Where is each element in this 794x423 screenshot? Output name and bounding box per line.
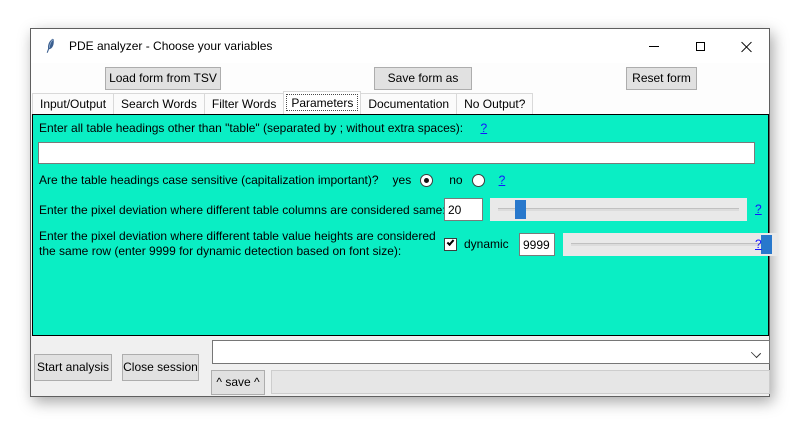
parameters-panel: Enter all table headings other than "tab…: [32, 114, 769, 336]
row-deviation-label-line1: Enter the pixel deviation where differen…: [39, 229, 436, 243]
minimize-icon: [649, 46, 659, 47]
tab-parameters[interactable]: Parameters: [283, 91, 361, 114]
yes-label: yes: [393, 173, 412, 187]
maximize-button[interactable]: [677, 29, 723, 63]
row-help-link[interactable]: ?: [755, 237, 762, 251]
reset-form-button[interactable]: Reset form: [626, 67, 697, 90]
column-help-link[interactable]: ?: [755, 202, 762, 216]
chevron-down-icon[interactable]: [751, 348, 761, 358]
checkmark-icon: [447, 238, 455, 246]
tab-filter-words[interactable]: Filter Words: [204, 93, 284, 114]
dynamic-checkbox[interactable]: [444, 238, 457, 251]
tab-input-output[interactable]: Input/Output: [32, 93, 114, 114]
case-sensitive-label: Are the table headings case sensitive (c…: [39, 173, 379, 187]
tab-documentation[interactable]: Documentation: [360, 93, 457, 114]
minimize-button[interactable]: [631, 29, 677, 63]
app-window: PDE analyzer - Choose your variables Loa…: [30, 28, 770, 397]
slider-thumb[interactable]: [761, 235, 772, 254]
save-form-button[interactable]: Save form as TSV: [374, 67, 472, 90]
headings-help-link[interactable]: ?: [480, 121, 487, 135]
tab-search-words[interactable]: Search Words: [113, 93, 205, 114]
case-help-link[interactable]: ?: [499, 173, 506, 187]
row-deviation-label-line2: the same row (enter 9999 for dynamic det…: [39, 244, 401, 258]
close-icon: [741, 41, 752, 52]
dynamic-checkbox-label: dynamic: [464, 237, 509, 251]
maximize-icon: [696, 42, 705, 51]
case-sensitive-row: Are the table headings case sensitive (c…: [39, 172, 505, 188]
radio-yes[interactable]: [420, 174, 433, 187]
load-form-button[interactable]: Load form from TSV: [105, 67, 221, 90]
close-button[interactable]: [723, 29, 769, 63]
row-deviation-slider[interactable]: [563, 233, 778, 256]
session-combobox[interactable]: [212, 340, 770, 364]
column-deviation-slider[interactable]: [490, 198, 747, 221]
radio-no[interactable]: [472, 174, 485, 187]
slider-track: [571, 243, 770, 246]
close-session-button[interactable]: Close session: [122, 354, 199, 381]
title-bar: PDE analyzer - Choose your variables: [31, 29, 769, 63]
column-deviation-label: Enter the pixel deviation where differen…: [39, 203, 446, 217]
start-analysis-button[interactable]: Start analysis: [34, 354, 112, 381]
save-name-field[interactable]: [271, 370, 770, 394]
no-label: no: [449, 173, 462, 187]
window-title: PDE analyzer - Choose your variables: [69, 39, 272, 53]
python-feather-icon: [43, 38, 59, 54]
slider-thumb[interactable]: [515, 200, 526, 219]
headings-label: Enter all table headings other than "tab…: [39, 121, 487, 135]
headings-input[interactable]: [38, 142, 755, 164]
slider-track: [498, 208, 739, 211]
window-controls: [631, 29, 769, 63]
column-deviation-input[interactable]: [444, 198, 483, 221]
tab-bar: Input/Output Search Words Filter Words P…: [32, 92, 532, 114]
tab-no-output[interactable]: No Output?: [456, 93, 533, 114]
save-button[interactable]: ^ save ^: [211, 370, 265, 395]
row-deviation-input[interactable]: [519, 233, 555, 256]
